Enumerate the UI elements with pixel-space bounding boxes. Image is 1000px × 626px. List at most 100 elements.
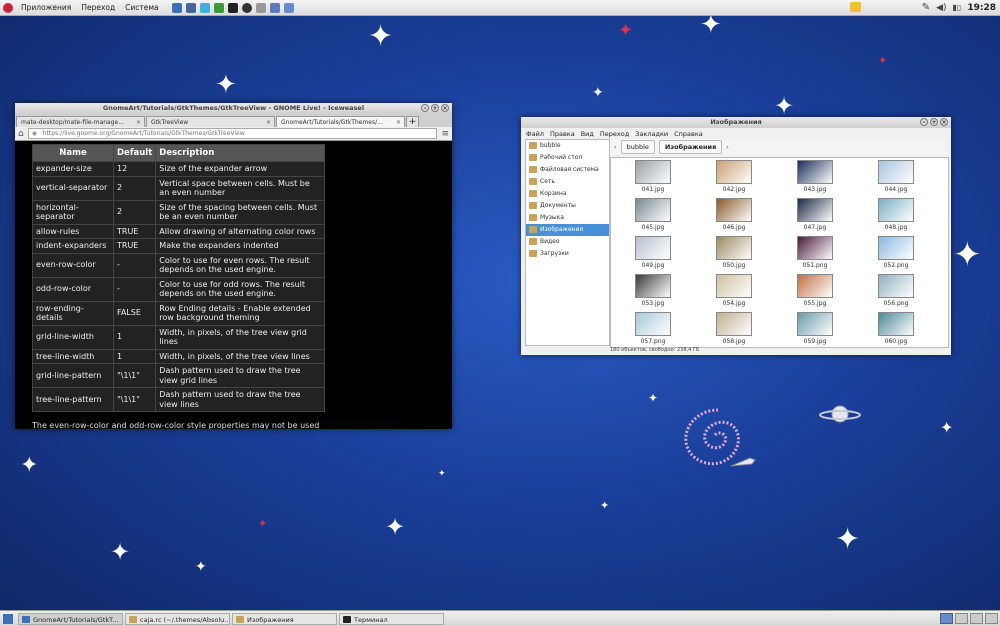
file-name: 047.jpg bbox=[803, 224, 827, 231]
task-browser[interactable]: GnomeArt/Tutorials/GtkT... bbox=[18, 612, 123, 625]
sidebar-item[interactable]: Видео bbox=[526, 236, 609, 248]
close-button[interactable]: × bbox=[940, 118, 948, 126]
browser-titlebar[interactable]: GnomeArt/Tutorials/GtkThemes/GtkTreeView… bbox=[15, 103, 452, 114]
launcher-editor-icon[interactable] bbox=[213, 2, 224, 13]
launcher-settings-icon[interactable] bbox=[255, 2, 266, 13]
rocket-decoration bbox=[730, 457, 756, 467]
file-item[interactable]: 060.jpg bbox=[866, 312, 926, 345]
notes-icon[interactable] bbox=[850, 2, 861, 12]
sidebar-item[interactable]: Изображения bbox=[526, 224, 609, 236]
breadcrumb-images[interactable]: Изображения bbox=[658, 140, 723, 154]
file-item[interactable]: 052.png bbox=[866, 236, 926, 269]
forward-arrow-icon[interactable]: › bbox=[726, 143, 729, 151]
file-item[interactable]: 048.jpg bbox=[866, 198, 926, 231]
file-name: 045.jpg bbox=[641, 224, 665, 231]
sidebar-item[interactable]: bubble bbox=[526, 140, 609, 152]
task-terminal[interactable]: Терминал bbox=[339, 612, 444, 625]
launcher-files-icon[interactable] bbox=[185, 2, 196, 13]
file-item[interactable]: 057.png bbox=[623, 312, 683, 345]
minimize-button[interactable]: – bbox=[920, 118, 928, 126]
workspace-3[interactable] bbox=[970, 613, 983, 624]
maximize-button[interactable]: + bbox=[930, 118, 938, 126]
tab-close-icon[interactable]: × bbox=[266, 117, 271, 127]
cell-description: Allow drawing of alternating color rows bbox=[155, 223, 326, 239]
tab-gnomeart[interactable]: GnomeArt/Tutorials/GtkThemes/... × bbox=[276, 116, 405, 127]
site-identity-icon[interactable]: ◉ bbox=[32, 129, 37, 138]
close-button[interactable]: × bbox=[441, 104, 449, 112]
launcher-display-icon[interactable] bbox=[283, 2, 294, 13]
file-item[interactable]: 059.jpg bbox=[785, 312, 845, 345]
sidebar-item[interactable]: Файловая система bbox=[526, 164, 609, 176]
new-tab-button[interactable]: + bbox=[406, 116, 419, 127]
sidebar-item[interactable]: Сеть bbox=[526, 176, 609, 188]
clock[interactable]: 19:28 bbox=[967, 3, 996, 13]
file-item[interactable]: 045.jpg bbox=[623, 198, 683, 231]
file-item[interactable]: 050.jpg bbox=[704, 236, 764, 269]
sidebar-item[interactable]: Корзина bbox=[526, 188, 609, 200]
workspace-2[interactable] bbox=[955, 613, 968, 624]
file-item[interactable]: 046.jpg bbox=[704, 198, 764, 231]
top-panel: Приложения Переход Система ✎ ◀) ▮▯ 19:28 bbox=[0, 0, 1000, 16]
task-file-manager[interactable]: Изображения bbox=[232, 612, 337, 625]
file-item[interactable]: 051.png bbox=[785, 236, 845, 269]
file-item[interactable]: 044.jpg bbox=[866, 160, 926, 193]
tab-gtktreeview[interactable]: GtkTreeView × bbox=[146, 116, 275, 127]
launcher-monitor-icon[interactable] bbox=[269, 2, 280, 13]
url-bar[interactable]: ◉ https://live.gnome.org/GnomeArt/Tutori… bbox=[27, 128, 438, 139]
breadcrumb-bubble[interactable]: bubble bbox=[620, 140, 655, 154]
sidebar-item[interactable]: Загрузки bbox=[526, 248, 609, 260]
file-item[interactable]: 049.jpg bbox=[623, 236, 683, 269]
menu-icon[interactable]: ≡ bbox=[441, 129, 449, 139]
tab-bar: mate-desktop/mate-file-manage... × GtkTre… bbox=[15, 114, 452, 127]
file-item[interactable]: 054.jpg bbox=[704, 274, 764, 307]
sidebar-item[interactable]: Документы bbox=[526, 200, 609, 212]
file-item[interactable]: 043.jpg bbox=[785, 160, 845, 193]
file-item[interactable]: 058.jpg bbox=[704, 312, 764, 345]
minimize-button[interactable]: – bbox=[421, 104, 429, 112]
maximize-button[interactable]: + bbox=[431, 104, 439, 112]
file-manager-titlebar[interactable]: Изображения – + × bbox=[521, 117, 951, 128]
launcher-browser-icon[interactable] bbox=[171, 2, 182, 13]
file-item[interactable]: 055.jpg bbox=[785, 274, 845, 307]
launcher-media-icon[interactable] bbox=[241, 2, 252, 13]
task-editor[interactable]: caja.rc (~/.themes/Absolu... bbox=[125, 612, 230, 625]
volume-icon[interactable]: ◀) bbox=[936, 3, 946, 13]
menu-applications[interactable]: Приложения bbox=[16, 0, 76, 15]
menu-file[interactable]: Файл bbox=[523, 130, 547, 138]
tab-close-icon[interactable]: × bbox=[396, 117, 401, 127]
menu-view[interactable]: Вид bbox=[578, 130, 597, 138]
browser-icon bbox=[22, 615, 30, 623]
menu-go[interactable]: Переход bbox=[597, 130, 632, 138]
menu-places[interactable]: Переход bbox=[76, 0, 120, 15]
cell-description: Width, in pixels, of the tree view grid … bbox=[155, 324, 326, 350]
file-item[interactable]: 056.png bbox=[866, 274, 926, 307]
footer-text: The even-row-color and odd-row-color sty… bbox=[32, 421, 320, 429]
show-desktop-icon[interactable] bbox=[3, 613, 13, 624]
image-thumbnail-icon bbox=[797, 160, 833, 184]
cell-default: TRUE bbox=[112, 238, 157, 254]
menu-system[interactable]: Система bbox=[120, 0, 163, 15]
cell-name: expander-size bbox=[32, 161, 114, 177]
debian-logo-icon[interactable] bbox=[3, 2, 13, 13]
launcher-qt-icon[interactable] bbox=[199, 2, 210, 13]
tab-mate-desktop[interactable]: mate-desktop/mate-file-manage... × bbox=[16, 116, 145, 127]
file-item[interactable]: 053.jpg bbox=[623, 274, 683, 307]
file-item[interactable]: 047.jpg bbox=[785, 198, 845, 231]
battery-icon[interactable]: ▮▯ bbox=[953, 3, 962, 12]
sidebar-item[interactable]: Рабочий стол bbox=[526, 152, 609, 164]
pen-icon[interactable]: ✎ bbox=[922, 2, 930, 13]
workspace-4[interactable] bbox=[985, 613, 998, 624]
menu-edit[interactable]: Правка bbox=[547, 130, 578, 138]
sidebar-item[interactable]: Музыка bbox=[526, 212, 609, 224]
workspace-1[interactable] bbox=[940, 613, 953, 624]
menu-help[interactable]: Справка bbox=[671, 130, 706, 138]
folder-icon bbox=[529, 190, 537, 197]
folder-icon bbox=[529, 178, 537, 185]
back-arrow-icon[interactable]: ‹ bbox=[614, 143, 617, 151]
launcher-terminal-icon[interactable] bbox=[227, 2, 238, 13]
file-item[interactable]: 042.jpg bbox=[704, 160, 764, 193]
file-item[interactable]: 041.jpg bbox=[623, 160, 683, 193]
home-icon[interactable]: ⌂ bbox=[18, 129, 24, 139]
tab-close-icon[interactable]: × bbox=[136, 117, 141, 127]
menu-bookmarks[interactable]: Закладки bbox=[632, 130, 671, 138]
